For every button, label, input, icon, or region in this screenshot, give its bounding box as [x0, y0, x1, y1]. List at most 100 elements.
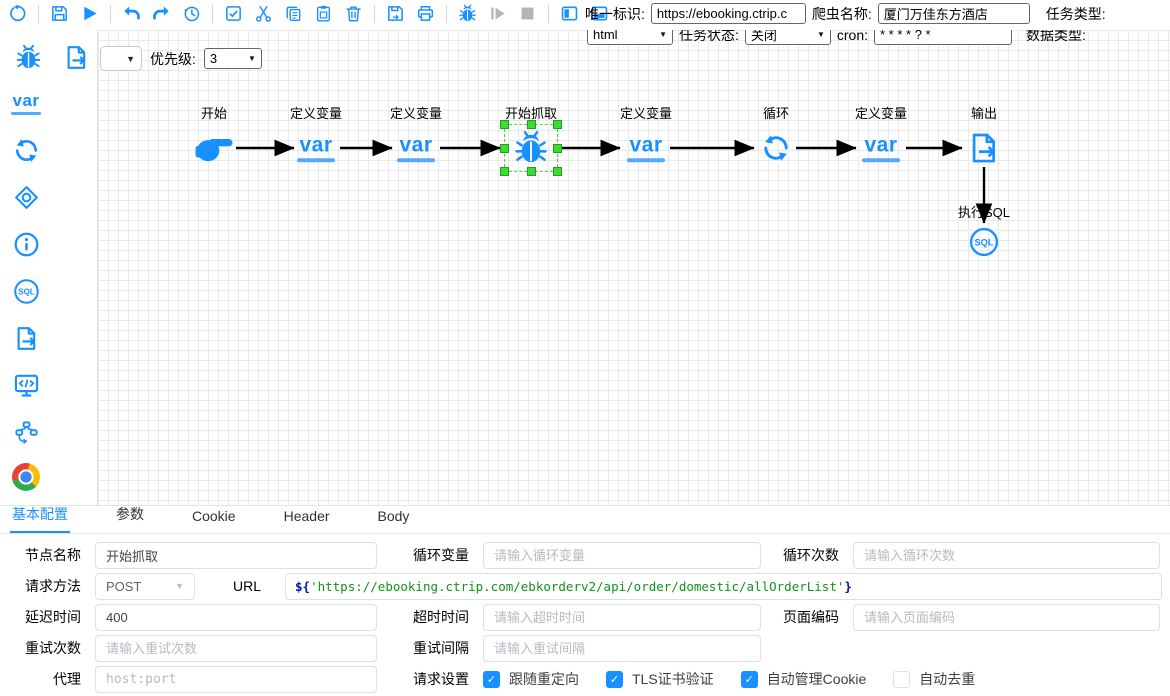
toolbar-step-over-button[interactable]	[488, 4, 507, 23]
selection-handle[interactable]	[527, 120, 536, 129]
retry-input[interactable]	[95, 635, 377, 662]
flow-canvas[interactable]: html ▼ 任务状态: 关闭 ▼ cron: 数据类型: ▼ 优先级: 3	[97, 30, 1170, 505]
toolbar-delete-button[interactable]	[344, 4, 363, 23]
sidebar-item-subflow-node[interactable]	[10, 417, 42, 447]
checkbox-auto-cookie[interactable]: ✓自动管理Cookie	[741, 669, 867, 689]
node-name-input[interactable]	[95, 542, 377, 569]
checkbox-checked-icon[interactable]: ✓	[483, 671, 500, 688]
sidebar-item-loop-node[interactable]	[10, 135, 42, 165]
toolbar-divider	[38, 5, 39, 23]
form-row-2: 请求方法 POST ▼ URL ${'https://ebooking.ctri…	[0, 572, 1170, 600]
retry-interval-input[interactable]	[483, 635, 761, 662]
checkbox-label: 跟随重定向	[509, 669, 579, 689]
request-settings-group: ✓ 跟随重定向 ✓TLS证书验证 ✓自动管理Cookie 自动去重	[483, 669, 1170, 689]
toolbar-stop-button[interactable]	[518, 4, 537, 23]
unique-id-input[interactable]	[651, 3, 806, 24]
selection-handle[interactable]	[500, 144, 509, 153]
priority-select[interactable]: 3 ▼	[204, 48, 262, 69]
toolbar-undo-button[interactable]	[122, 4, 141, 23]
toolbar-divider	[548, 5, 549, 23]
unique-id-label: 唯一标识:	[585, 4, 645, 24]
toolbar-select-all-button[interactable]	[224, 4, 243, 23]
toolbar-cut-button[interactable]	[254, 4, 273, 23]
toolbar-divider	[446, 5, 447, 23]
selection-handle[interactable]	[500, 120, 509, 129]
tab-header[interactable]: Header	[282, 504, 332, 533]
sidebar-item-condition-node[interactable]	[10, 182, 42, 212]
selection-handle[interactable]	[553, 120, 562, 129]
sidebar-item-file-output-node[interactable]	[10, 323, 42, 353]
paste-icon	[314, 4, 333, 23]
shape-select[interactable]: ▼	[100, 46, 142, 71]
toolbar-print-button[interactable]	[416, 4, 435, 23]
checkbox-tls-verify[interactable]: ✓TLS证书验证	[606, 669, 714, 689]
tab-basic-config[interactable]: 基本配置	[10, 500, 70, 533]
sidebar-item-comment-node[interactable]	[10, 229, 42, 259]
sidebar-item-chrome-node[interactable]	[10, 464, 42, 494]
toolbar-save-as-button[interactable]	[386, 4, 405, 23]
toolbar-divider	[212, 5, 213, 23]
method-select[interactable]: POST ▼	[95, 573, 195, 600]
toolbar-run-button[interactable]	[80, 4, 99, 23]
node-label: 定义变量	[620, 103, 672, 122]
checkbox-checked-icon[interactable]: ✓	[606, 671, 623, 688]
chevron-down-icon: ▼	[248, 54, 256, 63]
checkbox-follow-redirect[interactable]: ✓ 跟随重定向	[483, 669, 579, 689]
sidebar-item-variable-node[interactable]: var	[10, 88, 42, 118]
checkbox-unchecked-icon[interactable]	[893, 671, 910, 688]
task-type-label: 任务类型:	[1046, 4, 1106, 24]
selection-handle[interactable]	[500, 167, 509, 176]
chevron-down-icon: ▼	[126, 54, 135, 64]
url-input[interactable]: ${'https://ebooking.ctrip.com/ebkorderv2…	[285, 573, 1162, 600]
toolbar-return-button[interactable]	[8, 4, 27, 23]
selection-handle[interactable]	[553, 167, 562, 176]
form-row-3: 延迟时间 超时时间 页面编码	[0, 603, 1170, 631]
file-export-icon	[13, 325, 40, 352]
run-icon	[80, 4, 99, 23]
timeout-input[interactable]	[483, 604, 761, 631]
tab-params[interactable]: 参数	[114, 500, 146, 533]
toolbar-history-button[interactable]	[182, 4, 201, 23]
sidebar-item-code-node[interactable]	[10, 370, 42, 400]
selection-handle[interactable]	[553, 144, 562, 153]
toolbar-copy-button[interactable]	[284, 4, 303, 23]
loop-icon	[13, 137, 40, 164]
proxy-label: 代理	[0, 669, 95, 689]
config-tabs: 基本配置参数CookieHeaderBody	[0, 506, 1170, 534]
palette-top-row	[0, 30, 97, 72]
print-icon	[416, 4, 435, 23]
form-row-4: 重试次数 重试间隔	[0, 634, 1170, 662]
toolbar-save-button[interactable]	[50, 4, 69, 23]
history-icon	[182, 4, 201, 23]
toolbar-paste-button[interactable]	[314, 4, 333, 23]
encoding-input[interactable]	[853, 604, 1160, 631]
chevron-down-icon: ▼	[175, 581, 184, 591]
node-palette-sidebar: var SQL	[0, 30, 97, 505]
sidebar-item-output-node[interactable]	[60, 42, 92, 72]
tab-cookie[interactable]: Cookie	[190, 504, 238, 533]
selection-handle[interactable]	[527, 167, 536, 176]
loop-var-input[interactable]	[483, 542, 761, 569]
node-label: 定义变量	[855, 103, 907, 122]
priority-label: 优先级:	[150, 49, 196, 69]
loop-count-input[interactable]	[853, 542, 1160, 569]
sidebar-item-crawler-node[interactable]	[12, 42, 44, 72]
subflow-icon	[13, 419, 40, 446]
spider-name-input[interactable]	[878, 3, 1030, 24]
delay-label: 延迟时间	[0, 607, 95, 627]
loop-var-label: 循环变量	[387, 545, 483, 565]
sidebar-item-sql-node[interactable]: SQL	[10, 276, 42, 306]
node-label: 定义变量	[290, 103, 342, 122]
proxy-input[interactable]	[95, 666, 377, 693]
toggle-left-panel-icon	[560, 4, 579, 23]
toolbar-debug-button[interactable]	[458, 4, 477, 23]
checkbox-auto-dedup[interactable]: 自动去重	[893, 669, 975, 689]
toolbar-toggle-left-panel-button[interactable]	[560, 4, 579, 23]
save-icon	[50, 4, 69, 23]
delay-input[interactable]	[95, 604, 377, 631]
retry-interval-label: 重试间隔	[387, 638, 483, 658]
toolbar-redo-button[interactable]	[152, 4, 171, 23]
checkbox-checked-icon[interactable]: ✓	[741, 671, 758, 688]
request-settings-label: 请求设置	[387, 669, 483, 689]
tab-body[interactable]: Body	[376, 504, 412, 533]
